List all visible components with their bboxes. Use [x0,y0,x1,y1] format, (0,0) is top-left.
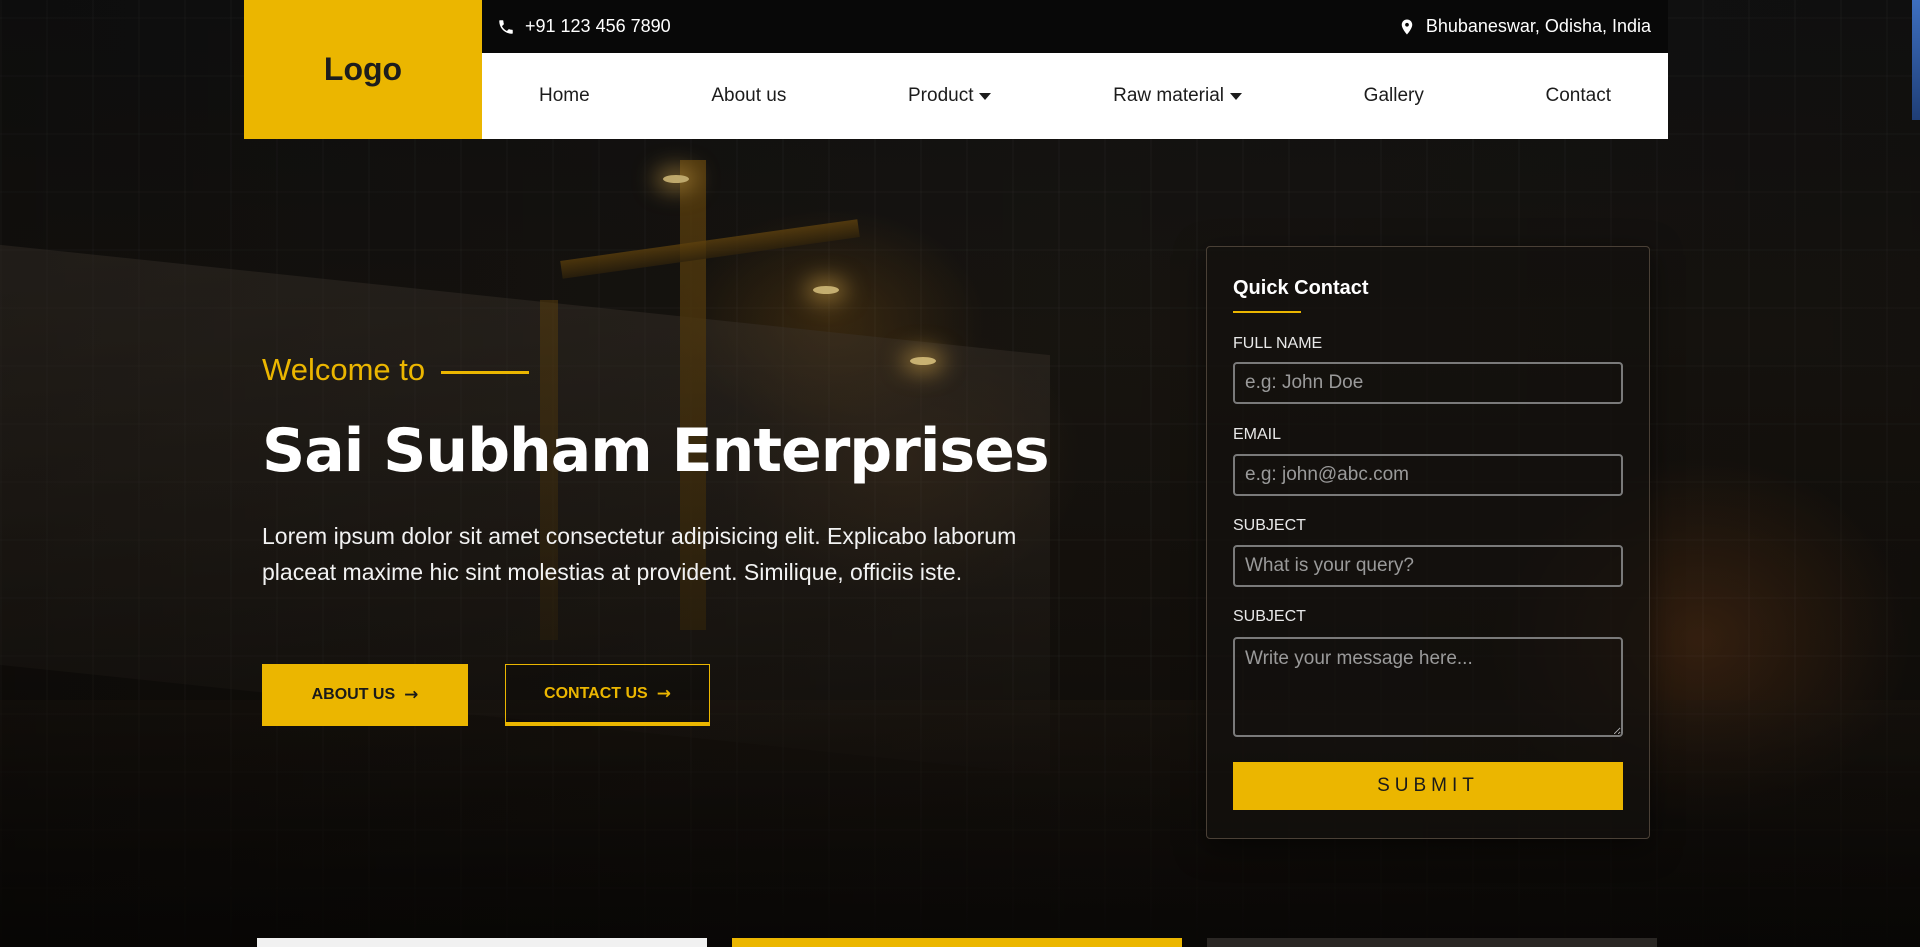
email-field[interactable] [1233,454,1623,496]
subject-field[interactable] [1233,545,1623,587]
form-title-underline [1233,311,1301,313]
nav-item-contact[interactable]: Contact [1546,85,1611,107]
about-us-button[interactable]: ABOUT US → [262,664,468,726]
main-navigation: Home About us Product Raw material Galle… [482,53,1668,139]
map-pin-icon [1398,18,1416,36]
nav-item-about[interactable]: About us [711,85,786,107]
nav-item-label: Contact [1545,85,1611,106]
contact-us-button-label: CONTACT US [544,684,648,702]
nav-item-home[interactable]: Home [539,85,590,107]
logo-text: Logo [323,51,403,87]
feature-card [1207,938,1657,947]
email-label: EMAIL [1233,426,1282,443]
nav-item-label: Raw material [1113,85,1225,106]
quick-contact-form: Quick Contact FULL NAME EMAIL SUBJECT SU… [1206,246,1650,839]
scrollbar-edge [1912,0,1920,120]
subject-label: SUBJECT [1233,517,1306,534]
location-text: Bhubaneswar, Odisha, India [1425,16,1651,36]
phone-icon [497,18,515,36]
arrow-right-icon: → [404,685,419,705]
full-name-field[interactable] [1233,362,1623,404]
nav-item-gallery[interactable]: Gallery [1364,85,1424,107]
arrow-right-icon: → [656,683,671,704]
welcome-heading: Welcome to [262,352,530,388]
location-info: Bhubaneswar, Odisha, India [1398,16,1651,37]
submit-button[interactable]: SUBMIT [1233,762,1623,810]
nav-item-label: Gallery [1363,85,1424,106]
nav-item-product[interactable]: Product [908,85,992,107]
full-name-label: FULL NAME [1233,335,1323,352]
nav-item-label: Home [539,85,590,106]
welcome-divider [441,370,530,374]
form-title: Quick Contact [1233,277,1369,299]
about-us-button-label: ABOUT US [311,686,396,703]
logo[interactable]: Logo [244,0,482,139]
top-info-bar: +91 123 456 7890 Bhubaneswar, Odisha, In… [482,0,1668,53]
nav-item-label: About us [711,85,787,106]
nav-item-label: Product [908,85,974,106]
caret-down-icon [1230,92,1243,100]
contact-us-button[interactable]: CONTACT US → [505,664,710,726]
message-label: SUBJECT [1233,608,1306,625]
feature-card [257,938,707,947]
phone-contact[interactable]: +91 123 456 7890 [497,16,671,37]
feature-card [732,938,1182,947]
phone-number: +91 123 456 7890 [525,16,671,36]
welcome-text: Welcome to [262,352,426,387]
hero-description: Lorem ipsum dolor sit amet consectetur a… [262,523,1017,585]
message-field[interactable] [1233,637,1623,737]
page-title: Sai Subham Enterprises [262,416,1050,486]
caret-down-icon [979,92,992,100]
nav-item-raw-material[interactable]: Raw material [1113,85,1243,107]
